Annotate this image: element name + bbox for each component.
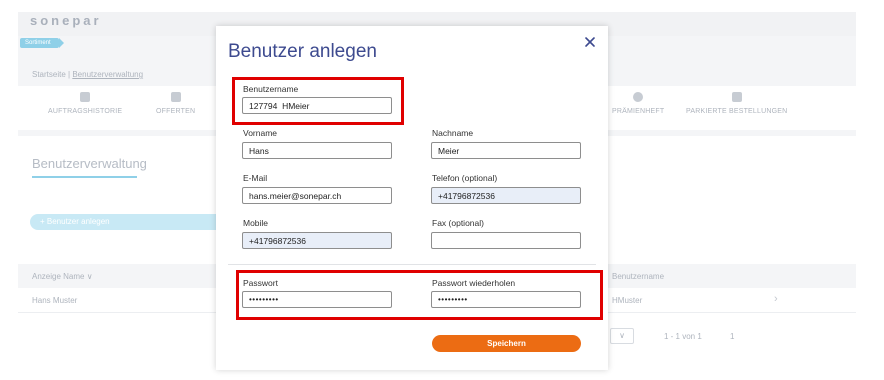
firstname-label: Vorname [243, 128, 278, 138]
column-header-display-name[interactable]: Anzeige Name ∨ [32, 272, 93, 281]
add-user-button[interactable]: + Benutzer anlegen [30, 214, 226, 230]
breadcrumb: Startseite | Benutzerverwaltung [32, 70, 143, 79]
nav-item-parked-orders[interactable]: PARKIERTE BESTELLUNGEN [686, 92, 787, 115]
create-user-dialog: Benutzer anlegen Benutzername Vorname Na… [216, 26, 608, 370]
fax-label: Fax (optional) [432, 218, 484, 228]
lastname-field[interactable] [431, 142, 581, 159]
sort-chevron-icon: ∨ [86, 272, 93, 281]
nav-item-label: OFFERTEN [156, 108, 196, 115]
password-repeat-field[interactable] [431, 291, 581, 308]
save-button[interactable]: Speichern [432, 335, 581, 352]
username-label: Benutzername [243, 84, 299, 94]
rewards-icon [633, 92, 644, 102]
page-size-select[interactable]: ∨ [610, 328, 634, 344]
column-header-username[interactable]: Benutzername [612, 272, 664, 281]
password-repeat-label: Passwort wiederholen [432, 278, 516, 288]
quotes-icon [170, 92, 181, 102]
nav-item-label: PARKIERTE BESTELLUNGEN [686, 108, 788, 115]
email-label: E-Mail [243, 173, 268, 183]
section-divider [228, 264, 596, 265]
password-field[interactable] [242, 291, 392, 308]
row-chevron-right-icon[interactable]: › [774, 293, 778, 305]
lastname-label: Nachname [432, 128, 474, 138]
phone-label: Telefon (optional) [432, 173, 498, 183]
breadcrumb-current[interactable]: Benutzerverwaltung [72, 70, 143, 79]
pagination-page[interactable]: 1 [730, 332, 734, 341]
nav-item-label: PRÄMIENHEFT [612, 108, 665, 115]
nav-item-quotes[interactable]: OFFERTEN [156, 92, 195, 115]
mobile-field[interactable] [242, 232, 392, 249]
firstname-field[interactable] [242, 142, 392, 159]
nav-item-order-history[interactable]: AUFTRAGSHISTORIE [48, 92, 122, 115]
sortiment-tag[interactable]: Sortiment [20, 38, 64, 48]
title-underline [32, 176, 137, 178]
close-icon[interactable] [583, 35, 597, 49]
table-cell-display-name: Hans Muster [32, 296, 78, 305]
page-title: Benutzerverwaltung [32, 156, 147, 171]
pagination-info: 1 - 1 von 1 1 [664, 332, 735, 341]
order-history-icon [80, 92, 91, 102]
cart-icon [731, 92, 742, 102]
table-cell-username: HMuster [612, 296, 643, 305]
nav-item-label: AUFTRAGSHISTORIE [48, 108, 123, 115]
mobile-label: Mobile [243, 218, 269, 228]
breadcrumb-separator: | [68, 70, 71, 79]
fax-field[interactable] [431, 232, 581, 249]
nav-item-rewards[interactable]: PRÄMIENHEFT [612, 92, 664, 115]
username-field[interactable] [242, 97, 392, 114]
phone-field[interactable] [431, 187, 581, 204]
breadcrumb-home[interactable]: Startseite [32, 70, 66, 79]
sonepar-logo: sonepar [30, 13, 102, 28]
dialog-title: Benutzer anlegen [228, 41, 377, 62]
password-label: Passwort [243, 278, 278, 288]
email-field[interactable] [242, 187, 392, 204]
